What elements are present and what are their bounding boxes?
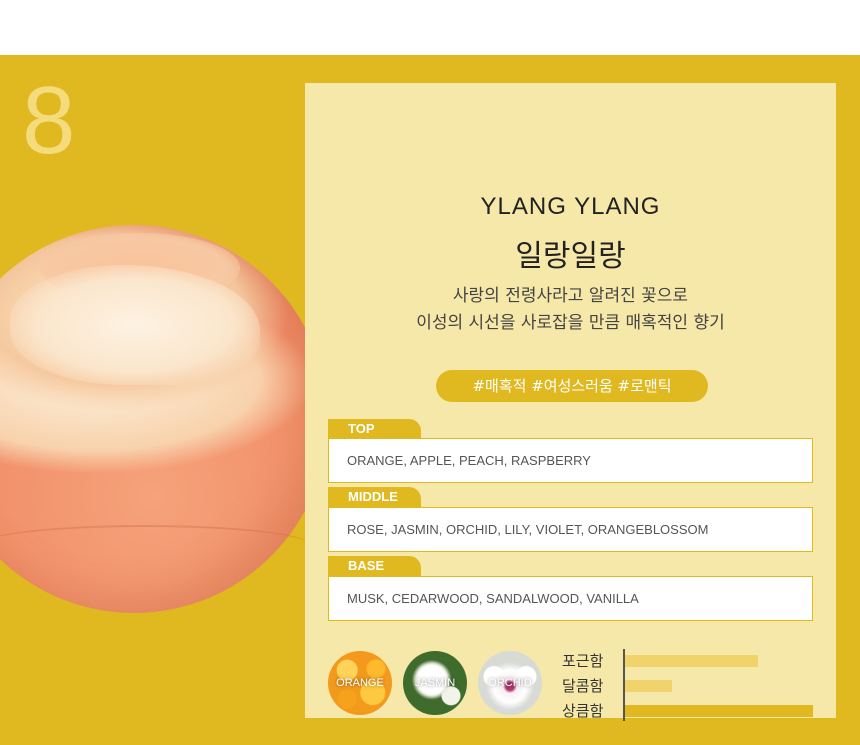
- jasmine-flower-photo-icon: JASMIN: [403, 651, 467, 715]
- description-line: 이성의 시선을 사로잡을 만큼 매혹적인 향기: [416, 313, 725, 333]
- product-number: 8: [22, 67, 76, 174]
- product-title-ko: 일랑일랑: [515, 239, 626, 274]
- note-tab-top: TOP: [328, 419, 421, 439]
- orange-slice-photo-icon: ORANGE: [328, 651, 392, 715]
- product-description: 사랑의 전령사라고 알려진 꽃으로 이성의 시선을 사로잡을 만큼 매혹적인 향…: [305, 283, 836, 337]
- ingredient-label: JASMIN: [414, 677, 456, 689]
- info-panel: YLANG YLANG 일랑일랑 사랑의 전령사라고 알려진 꽃으로 이성의 시…: [305, 83, 836, 721]
- scale-label-warm: 포근함: [562, 652, 604, 670]
- scale-fill-sweet: [625, 680, 672, 692]
- description-line: 사랑의 전령사라고 알려진 꽃으로: [452, 286, 689, 306]
- scale-bar-sweet: [625, 680, 813, 692]
- note-value-top: ORANGE, APPLE, PEACH, RASPBERRY: [328, 438, 813, 483]
- note-tab-middle: MIDDLE: [328, 487, 421, 507]
- ingredient-label: ORCHID: [488, 677, 532, 689]
- note-value-base: MUSK, CEDARWOOD, SANDALWOOD, VANILLA: [328, 576, 813, 621]
- product-section: 8 YLANG YLANG 일랑일랑 사랑의 전령사라고 알려진 꽃으로 이성의…: [0, 55, 860, 745]
- note-value-middle: ROSE, JASMIN, ORCHID, LILY, VIOLET, ORAN…: [328, 507, 813, 552]
- note-tab-base: BASE: [328, 556, 421, 576]
- scale-bar-fresh: [625, 705, 813, 717]
- top-strip: [0, 0, 860, 55]
- ingredient-label: ORANGE: [336, 677, 384, 689]
- orchid-flower-photo-icon: ORCHID: [478, 651, 542, 715]
- product-title-en: YLANG YLANG: [480, 193, 661, 220]
- scale-fill-fresh: [625, 705, 813, 717]
- scale-label-sweet: 달콤함: [562, 677, 604, 695]
- scale-bar-warm: [625, 655, 813, 667]
- hashtag-pill: #매혹적 #여성스러움 #로맨틱: [436, 370, 708, 402]
- scale-label-fresh: 상큼함: [562, 702, 604, 720]
- scale-fill-warm: [625, 655, 759, 667]
